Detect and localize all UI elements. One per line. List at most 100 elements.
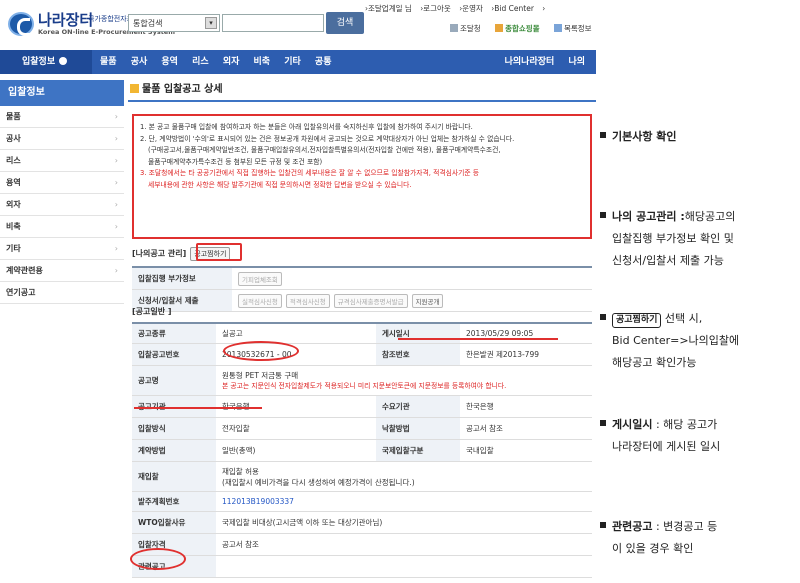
support-disclosure-button[interactable]: 지원공개 <box>411 293 444 308</box>
value-notice-name: 원통형 PET 저금통 구매 본 공고는 지문인식 전자입찰제도가 적용되오니 … <box>216 366 592 395</box>
table-row: 입찰집행 부가정보 기피업체조회 <box>132 268 592 290</box>
bullet-icon <box>600 212 606 218</box>
nav-item-stockpile[interactable]: 비축 <box>254 57 271 67</box>
sidebar-item-construction[interactable]: 공사 › <box>0 128 124 150</box>
table-row: 신청서/입찰서 제출 실적심사신청 적격심사신청 규격심사제출증명서발급 지원공… <box>132 290 592 312</box>
bullet-icon <box>600 522 606 528</box>
sidebar-item-goods[interactable]: 물품 › <box>0 106 124 128</box>
related-notice-highlight <box>130 548 186 570</box>
label-award-method: 낙찰방법 <box>376 418 460 439</box>
search-button[interactable]: 검색 <box>326 12 364 34</box>
spec-certificate-button[interactable]: 규격심사제출증명서발급 <box>333 293 408 308</box>
value-wto-reason: 국제입찰 비대상(고시금액 이하 또는 대상기관아님) <box>222 518 383 527</box>
sidebar-item-label: 리스 <box>6 156 21 165</box>
logo-icon[interactable] <box>8 12 34 36</box>
table-row: 재입찰 재입찰 허용 (재입찰시 예비가격을 다시 생성하여 예정가격이 산정됩… <box>132 462 592 492</box>
nav-item-construction[interactable]: 공사 <box>131 57 148 67</box>
pie-icon <box>59 57 68 65</box>
user-link[interactable]: ›조달업계일 님 <box>365 4 412 13</box>
value-related-notice <box>216 556 592 577</box>
screenshot-panel: 나라장터 국가종합전자조달 Korea ON-line E-Procuremen… <box>0 0 596 583</box>
sidebar-item-postponed[interactable]: 연기공고 <box>0 282 124 304</box>
nav-my[interactable]: 나의 <box>568 57 585 67</box>
search-input[interactable] <box>222 14 324 32</box>
avoid-company-button[interactable]: 기피업체조회 <box>238 271 282 286</box>
notice-line: 3. 조달청에서는 타 공공기관에서 직접 집행하는 입찰건의 세부내용은 잘 … <box>140 169 480 177</box>
logo-name[interactable]: 나라장터 <box>38 9 93 30</box>
value-qualification: 공고서 참조 <box>222 540 259 549</box>
chevron-right-icon: › <box>114 134 118 143</box>
sidebar-title: 입찰정보 <box>0 80 124 106</box>
row-value: 실적심사신청 적격심사신청 규격심사제출증명서발급 지원공개 <box>232 290 592 311</box>
agency-underline <box>134 407 262 409</box>
posted-at-underline <box>398 338 558 340</box>
nav-item-lease[interactable]: 리스 <box>192 57 209 67</box>
bullet-icon <box>600 420 606 426</box>
sidebar-item-service[interactable]: 용역 › <box>0 172 124 194</box>
nav-item-other[interactable]: 기타 <box>284 57 301 67</box>
table-row: 입찰공고번호 20130532671 - 00 참조번호 한은발권 제2013-… <box>132 344 592 366</box>
nav-right: 나의나라장터 나의 <box>505 50 596 74</box>
nav-item-common[interactable]: 공통 <box>315 57 332 67</box>
more-link[interactable]: › <box>542 4 545 13</box>
page-title: 물품 입찰공고 상세 <box>128 80 596 102</box>
annotation-title: 나의 공고관리 : <box>612 210 685 223</box>
building-icon <box>450 24 458 32</box>
shopping-label: 종합쇼핑몰 <box>505 24 540 33</box>
sidebar-item-contract[interactable]: 계약관련용 › <box>0 260 124 282</box>
sidebar-item-other[interactable]: 기타 › <box>0 238 124 260</box>
qualification-review-button[interactable]: 적격심사신청 <box>285 293 330 308</box>
nav-item-goods[interactable]: 물품 <box>100 57 117 67</box>
general-table: 공고종류 실공고 게시일시 2013/05/29 09:05 입찰공고번호 20… <box>132 322 592 578</box>
catalog-link[interactable]: 목록정보 <box>553 24 596 33</box>
nav-items: 물품 공사 용역 리스 외자 비축 기타 공통 <box>100 50 342 74</box>
logout-link[interactable]: ›로그아웃 <box>420 4 451 13</box>
label-rebid: 재입찰 <box>132 462 216 491</box>
table-row: 공고명 원통형 PET 저금통 구매 본 공고는 지문인식 전자입찰제도가 적용… <box>132 366 592 396</box>
nav-item-service[interactable]: 용역 <box>161 57 178 67</box>
sidebar-item-label: 외자 <box>6 200 21 209</box>
pps-link[interactable]: 조달청 <box>450 24 487 33</box>
nav-item-foreign[interactable]: 외자 <box>223 57 240 67</box>
bid-center-link[interactable]: ›Bid Center <box>491 4 534 13</box>
shopping-mall-link[interactable]: 종합쇼핑몰 <box>495 24 546 33</box>
nav-my-market[interactable]: 나의나라장터 <box>505 57 555 67</box>
label-notice-name: 공고명 <box>132 366 216 395</box>
annotation-text: 해당공고의 <box>684 210 736 223</box>
nav-lead[interactable]: 입찰정보 <box>0 50 92 74</box>
nav-lead-label: 입찰정보 <box>22 57 56 67</box>
sidebar-item-foreign[interactable]: 외자 › <box>0 194 124 216</box>
chevron-right-icon: › <box>114 200 118 209</box>
search-scope-select[interactable]: 통합검색 ▾ <box>128 14 220 32</box>
notice-name-text: 원통형 PET 저금통 구매 <box>222 370 299 380</box>
pps-label: 조달청 <box>460 24 481 33</box>
label-bid-method: 입찰방식 <box>132 418 216 439</box>
notice-name-warning: 본 공고는 지문인식 전자입찰제도가 적용되오니 미리 지문보안토큰에 지문정보… <box>222 381 507 390</box>
notice-line: 1. 본 공고 물품구매 입찰에 참여하고자 하는 분들은 아래 입찰유의서를 … <box>140 123 473 131</box>
plan-number-link[interactable]: 112013B19003337 <box>216 492 592 511</box>
my-notice-table: 입찰집행 부가정보 기피업체조회 신청서/입찰서 제출 실적심사신청 적격심사신… <box>132 266 592 312</box>
value-intl-bid-type: 국내입찰 <box>466 446 494 455</box>
value-award-method: 공고서 참조 <box>466 424 503 433</box>
value-notice-type: 실공고 <box>222 329 243 338</box>
annotation-basic: 기본사항 확인 <box>600 126 796 148</box>
label-intl-bid-type: 국제입찰구분 <box>376 440 460 461</box>
annotation-text: 신청서/입찰서 제출 가능 <box>612 254 724 267</box>
chevron-down-icon[interactable]: ▾ <box>205 17 217 29</box>
value-bid-method: 전자입찰 <box>222 424 250 433</box>
top-links: ›조달업계일 님 ›로그아웃 ›운영자 ›Bid Center › <box>365 3 551 14</box>
table-row: WTO입찰사유 국제입찰 비대상(고시금액 이하 또는 대상기관아님) <box>132 512 592 534</box>
annotation-text: 해당공고 확인가능 <box>612 356 697 369</box>
chevron-right-icon: › <box>114 178 118 187</box>
annotation-title: 게시일시 <box>612 418 653 431</box>
sub-links: 조달청 종합쇼핑몰 목록정보 <box>450 23 596 34</box>
sidebar-item-stockpile[interactable]: 비축 › <box>0 216 124 238</box>
operator-link[interactable]: ›운영자 <box>459 4 483 13</box>
sidebar-item-lease[interactable]: 리스 › <box>0 150 124 172</box>
value-posted-at: 2013/05/29 09:05 <box>466 329 534 338</box>
label-posted-at: 게시일시 <box>376 324 460 343</box>
row-label: 입찰집행 부가정보 <box>132 268 232 289</box>
table-row: 관련공고 <box>132 556 592 578</box>
notice-line: 물품구매계약추가특수조건 등 첨부된 모든 규정 및 조건 포함) <box>148 157 323 166</box>
performance-review-button[interactable]: 실적심사신청 <box>238 293 282 308</box>
